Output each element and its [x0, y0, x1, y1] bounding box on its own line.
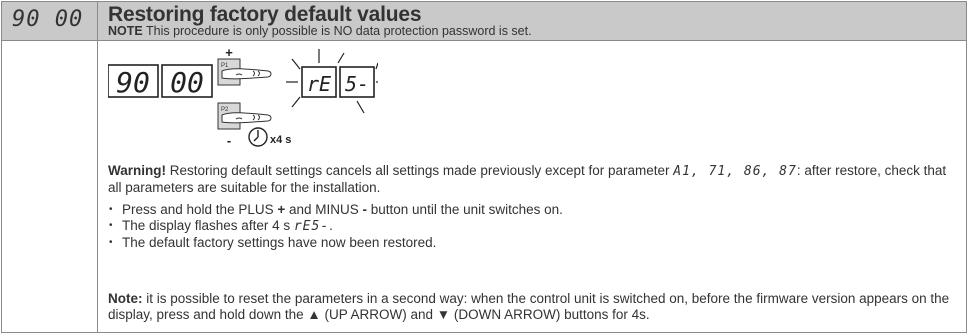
header-row: 90 00 Restoring factory default values N…	[2, 2, 966, 41]
list-item: The display flashes after 4 s rE5-.	[108, 218, 563, 235]
plus-label: +	[225, 45, 233, 60]
note-paragraph: Note: it is possible to reset the parame…	[108, 291, 958, 323]
flash-left: rE	[307, 72, 331, 96]
minus-label: -	[227, 133, 231, 148]
p2-label: P2	[221, 107, 229, 113]
flashing-display-icon: rE 5-	[286, 49, 378, 114]
steps-list: Press and hold the PLUS + and MINUS - bu…	[108, 202, 563, 251]
step-2-text-a: The display flashes after 4 s	[122, 218, 294, 233]
step-2-display-code: rE5-	[293, 219, 330, 234]
warning-text-a: Restoring default settings cancels all s…	[166, 163, 674, 178]
step-2-text-b: .	[329, 218, 333, 233]
header-note: NOTE This procedure is only possible is …	[108, 24, 532, 38]
finger-press-icon	[221, 68, 272, 124]
display-9000-icon: 90 00	[108, 64, 213, 99]
content-cell: 90 00 + P1 P2 - x4 s rE 5- Warning! Rest…	[98, 41, 966, 332]
code-cell: 90 00	[2, 2, 98, 40]
timer-label: x4 s	[270, 134, 291, 146]
clock-icon	[248, 127, 268, 147]
display-right: 00	[170, 66, 204, 99]
step-1-text-a: Press and hold the PLUS	[122, 202, 278, 217]
step-1-text-b: and MINUS	[285, 202, 363, 217]
list-item: Press and hold the PLUS + and MINUS - bu…	[108, 202, 563, 218]
procedure-illustration: 90 00 + P1 P2 - x4 s rE 5-	[108, 45, 378, 148]
note2-text: it is possible to reset the parameters i…	[108, 291, 950, 322]
display-left: 90	[116, 66, 150, 99]
warning-label: Warning!	[108, 163, 166, 178]
parameter-code: 90 00	[12, 7, 84, 32]
step-1-text-c: button until the unit switches on.	[367, 202, 563, 217]
note-label: NOTE	[108, 24, 143, 38]
warning-paragraph: Warning! Restoring default settings canc…	[108, 163, 958, 196]
p1-label: P1	[221, 63, 229, 69]
empty-code-cell	[2, 41, 98, 332]
flash-right: 5-	[345, 72, 369, 96]
warning-params: A1, 71, 86, 87	[673, 164, 797, 179]
list-item: The default factory settings have now be…	[108, 235, 563, 251]
step-3-text: The default factory settings have now be…	[122, 235, 437, 250]
procedure-table: 90 00 Restoring factory default values N…	[1, 1, 967, 333]
note2-label: Note:	[108, 291, 143, 306]
note-text: This procedure is only possible is NO da…	[142, 24, 532, 38]
